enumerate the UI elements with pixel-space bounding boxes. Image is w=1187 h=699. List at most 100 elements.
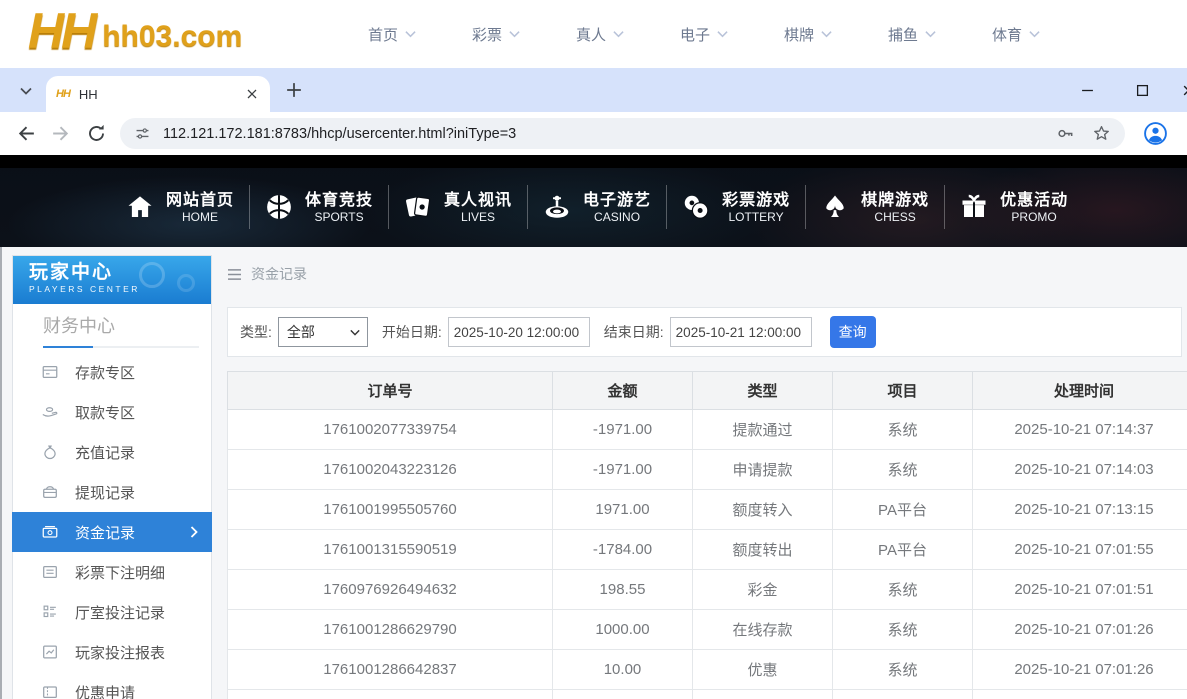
- top-nav-item[interactable]: 电子: [652, 24, 756, 45]
- table-cell: PA平台: [833, 530, 973, 570]
- game-nav-label-en: LOTTERY: [729, 210, 784, 224]
- sidebar-item-label: 充值记录: [75, 442, 135, 463]
- game-nav-label-en: LIVES: [461, 210, 495, 224]
- sidebar-item-label: 提现记录: [75, 482, 135, 503]
- table-header-cell: 订单号: [228, 372, 553, 410]
- sidebar-menu-item[interactable]: 资金记录: [12, 512, 212, 552]
- top-nav-label: 电子: [680, 24, 710, 45]
- table-cell: 1971.00: [553, 490, 693, 530]
- bookmark-star-icon[interactable]: [1092, 124, 1111, 143]
- top-nav-label: 棋牌: [784, 24, 814, 45]
- sidebar-section-title: 财务中心: [13, 314, 211, 338]
- game-nav-label-en: CHESS: [874, 210, 915, 224]
- basketball-icon: [264, 192, 294, 222]
- sidebar-menu-item[interactable]: 玩家投注报表: [13, 632, 211, 672]
- table-cell: [973, 690, 1187, 699]
- chevron-down-icon: [405, 30, 416, 38]
- table-cell: 系统: [833, 450, 973, 490]
- table-cell: [693, 690, 833, 699]
- table-cell: 2025-10-21 07:14:37: [973, 410, 1187, 450]
- end-date-input[interactable]: [670, 317, 812, 347]
- close-icon: [1182, 84, 1187, 97]
- table-cell: 1760976926494632: [228, 570, 553, 610]
- top-nav-label: 彩票: [472, 24, 502, 45]
- top-nav-item[interactable]: 彩票: [444, 24, 548, 45]
- lottery-bets-icon: [41, 563, 59, 581]
- password-key-icon[interactable]: [1056, 124, 1075, 143]
- new-tab-button[interactable]: [286, 82, 302, 98]
- top-nav-item[interactable]: 体育: [964, 24, 1068, 45]
- table-cell: 优惠: [693, 650, 833, 690]
- table-cell: 系统: [833, 610, 973, 650]
- window-maximize-button[interactable]: [1130, 80, 1154, 100]
- table-cell: 彩金: [693, 570, 833, 610]
- url-text[interactable]: 112.121.172.181:8783/hhcp/usercenter.htm…: [163, 126, 516, 142]
- gift-icon: [959, 192, 989, 222]
- end-date-label: 结束日期:: [604, 322, 664, 342]
- tab-close-icon[interactable]: [244, 86, 260, 102]
- table-row: 17610019955057601971.00额度转入PA平台2025-10-2…: [228, 490, 1187, 530]
- sidebar-menu-item[interactable]: 取款专区: [13, 392, 211, 432]
- sidebar-menu-item[interactable]: 优惠申请: [13, 672, 211, 699]
- chevron-down-icon: [717, 30, 728, 38]
- window-minimize-button[interactable]: [1075, 80, 1099, 100]
- reload-button[interactable]: [86, 123, 107, 144]
- window-close-button[interactable]: [1176, 80, 1187, 100]
- type-select[interactable]: 全部: [279, 318, 367, 346]
- sidebar-item-label: 厅室投注记录: [75, 602, 165, 623]
- browser-tab-bar: HH HH: [0, 68, 1187, 112]
- game-nav-item[interactable]: 真人视讯 LIVES: [388, 191, 527, 225]
- bet-report-icon: [41, 643, 59, 661]
- table-row: [228, 690, 1187, 699]
- game-nav-item[interactable]: 优惠活动 PROMO: [944, 191, 1083, 225]
- hamburger-icon[interactable]: [227, 268, 242, 281]
- table-row: 1760976926494632198.55彩金系统2025-10-21 07:…: [228, 570, 1187, 610]
- forward-button[interactable]: [50, 123, 71, 144]
- sidebar-menu-item[interactable]: 存款专区: [13, 352, 211, 392]
- table-cell: 1761002077339754: [228, 410, 553, 450]
- sidebar-menu-item[interactable]: 充值记录: [13, 432, 211, 472]
- start-date-input[interactable]: [448, 317, 590, 347]
- type-label: 类型:: [240, 322, 272, 342]
- table-cell: 2025-10-21 07:14:03: [973, 450, 1187, 490]
- top-nav-item[interactable]: 真人: [548, 24, 652, 45]
- table-cell: 系统: [833, 570, 973, 610]
- search-button[interactable]: 查询: [830, 316, 876, 348]
- chevron-right-icon: [190, 526, 198, 538]
- game-nav-item[interactable]: 棋牌游戏 CHESS: [805, 191, 944, 225]
- game-nav-label-en: SPORTS: [314, 210, 363, 224]
- top-nav-item[interactable]: 棋牌: [756, 24, 860, 45]
- filter-bar: 类型: 全部 开始日期: 结束日期: 查询: [227, 307, 1182, 357]
- funds-record-table: 订单号金额类型项目处理时间 1761002077339754-1971.00提款…: [227, 371, 1187, 699]
- site-settings-icon[interactable]: [134, 125, 151, 142]
- sidebar-menu-item[interactable]: 提现记录: [13, 472, 211, 512]
- sidebar-menu-item[interactable]: 彩票下注明细: [13, 552, 211, 592]
- address-box[interactable]: 112.121.172.181:8783/hhcp/usercenter.htm…: [120, 118, 1125, 149]
- table-cell: 申请提款: [693, 450, 833, 490]
- game-nav-item[interactable]: 电子游艺 CASINO: [527, 191, 666, 225]
- browser-tab[interactable]: HH HH: [46, 76, 270, 112]
- top-nav-item[interactable]: 首页: [340, 24, 444, 45]
- tab-search-button[interactable]: [14, 79, 38, 103]
- logo-domain-text: hh03.com: [102, 14, 242, 60]
- table-cell: 1761001286642837: [228, 650, 553, 690]
- game-nav-item[interactable]: 彩票游戏 LOTTERY: [666, 191, 805, 225]
- site-logo[interactable]: HH hh03.com: [28, 2, 242, 60]
- page-content: 玩家中心 PLAYERS CENTER 财务中心 存款专区 取款专区 充值记录 …: [0, 247, 1187, 699]
- browser-profile-icon[interactable]: [1143, 121, 1168, 146]
- game-nav-label-zh: 棋牌游戏: [861, 191, 929, 210]
- top-nav-item[interactable]: 捕鱼: [860, 24, 964, 45]
- back-button[interactable]: [16, 123, 37, 144]
- table-header-row: 订单号金额类型项目处理时间: [228, 372, 1187, 410]
- minimize-icon: [1081, 84, 1094, 97]
- promo-apply-icon: [41, 683, 59, 699]
- table-cell: [228, 690, 553, 699]
- table-cell: 198.55: [553, 570, 693, 610]
- chevron-down-icon: [821, 30, 832, 38]
- game-nav-label-en: HOME: [182, 210, 218, 224]
- tab-favicon: HH: [56, 88, 70, 100]
- game-nav-item[interactable]: 网站首页 HOME: [110, 191, 249, 225]
- game-nav-label-zh: 彩票游戏: [722, 191, 790, 210]
- sidebar-menu-item[interactable]: 厅室投注记录: [13, 592, 211, 632]
- game-nav-item[interactable]: 体育竞技 SPORTS: [249, 191, 388, 225]
